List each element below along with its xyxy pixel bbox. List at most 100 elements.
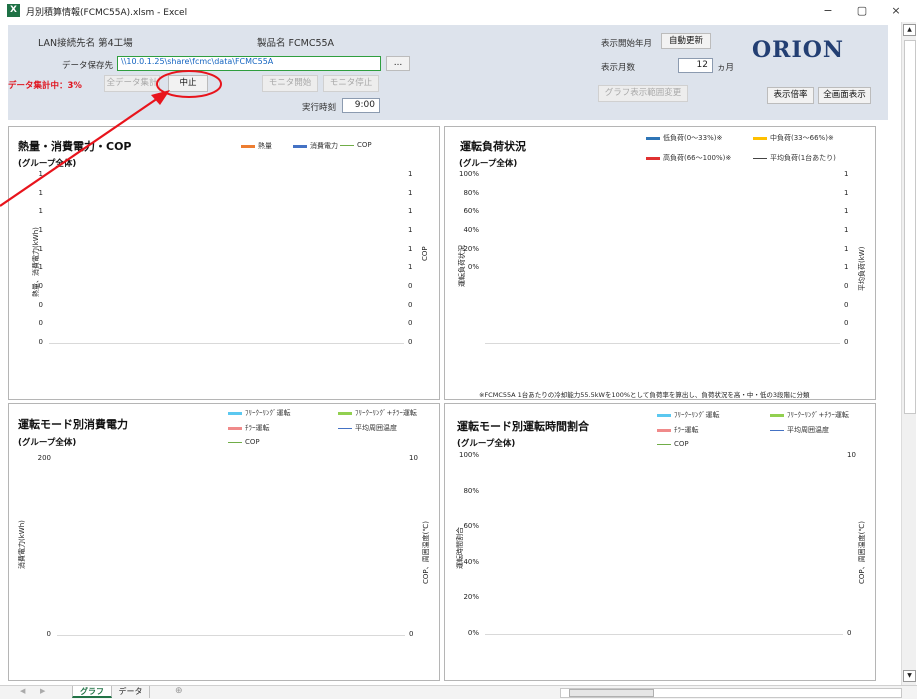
y-tick-left: 0 (38, 338, 43, 346)
y-tick-left: 1 (38, 188, 43, 197)
orion-logo: ORION (752, 37, 845, 63)
legend-mid-load: 中負荷(33～66%)※ (753, 133, 834, 143)
close-icon[interactable]: × (886, 3, 906, 19)
legend-heat: 熱量 (241, 141, 272, 151)
y-tick-right: 1 (844, 263, 849, 272)
months-label: 表示月数 (601, 63, 636, 73)
window-title: 月別積算情報(FCMC55A).xlsm - Excel (26, 8, 188, 18)
legend-avg-temp: 平均周囲温度 (770, 425, 829, 435)
y-tick-left: 40% (463, 226, 479, 234)
chart-title: 熱量・消費電力・COP (18, 140, 132, 153)
operating-load-chart[interactable]: 運転負荷状況 (グループ全体) 低負荷(0～33%)※ 中負荷(33～66%)※… (444, 126, 876, 400)
y-tick-right: 1 (408, 188, 413, 197)
y-tick-left: 80% (463, 486, 479, 495)
y-tick-left: 60% (463, 207, 479, 216)
minimize-icon[interactable]: − (818, 3, 838, 19)
legend-free-cooling: ﾌﾘｰｸｰﾘﾝｸﾞ運転 (228, 408, 291, 418)
legend-chiller: ﾁﾗｰ運転 (228, 423, 270, 433)
start-month-label: 表示開始年月 (601, 39, 653, 49)
chart-title: 運転モード別消費電力 (18, 418, 128, 431)
chart-subtitle: (グループ全体) (18, 438, 77, 448)
legend-high-load: 高負荷(66～100%)※ (646, 153, 731, 163)
y-tick-left: 0 (38, 319, 43, 328)
horizontal-scrollbar[interactable] (560, 688, 902, 698)
fullscreen-button[interactable]: 全画面表示 (818, 87, 871, 104)
y-tick-right: 1 (408, 263, 413, 272)
browse-button[interactable]: … (386, 56, 410, 71)
legend-avg-temp: 平均周囲温度 (338, 423, 397, 433)
y-tick-left: 40% (463, 557, 479, 566)
y-tick-left: 0% (467, 263, 479, 272)
h-scroll-thumb[interactable] (569, 689, 654, 697)
legend-chiller: ﾁﾗｰ運転 (657, 425, 699, 435)
mode-power-chart[interactable]: 運転モード別消費電力 (グループ全体) ﾌﾘｰｸｰﾘﾝｸﾞ運転 ﾌﾘｰｸｰﾘﾝｸ… (8, 403, 440, 681)
heat-power-cop-chart[interactable]: 熱量・消費電力・COP (グループ全体) 熱量 消費電力 COP 熱量、消費電力… (8, 126, 440, 400)
y-tick-left: 20% (463, 244, 479, 253)
y-tick-left: 0 (46, 630, 51, 638)
status-text: データ集計中：3% (8, 81, 82, 91)
excel-icon: X (7, 4, 20, 17)
y-axis-label-right: COP、周囲温度(℃) (858, 521, 866, 584)
y-tick-right: 1 (408, 244, 413, 253)
tab-graph[interactable]: グラフ (72, 686, 112, 698)
exec-time-field[interactable]: 9:00 (342, 98, 380, 113)
y-tick-right: 1 (844, 226, 849, 234)
legend-cop: COP (228, 438, 260, 446)
y-tick-right: 10 (847, 451, 856, 459)
y-tick-right: 1 (408, 170, 413, 178)
graph-range-button[interactable]: グラフ表示範囲変更 (598, 85, 688, 102)
monitor-stop-button[interactable]: モニタ停止 (323, 75, 379, 92)
title-bar: X 月別積算情報(FCMC55A).xlsm - Excel − ▢ × (0, 0, 917, 22)
save-path-field[interactable]: \\10.0.1.25\share\fcmc\data\FCMC55A (117, 56, 381, 71)
y-tick-right: 10 (409, 454, 418, 462)
mode-time-ratio-chart[interactable]: 運転モード別運転時間割合 (グループ全体) ﾌﾘｰｸｰﾘﾝｸﾞ運転 ﾌﾘｰｸｰﾘ… (444, 403, 876, 681)
y-tick-left: 1 (38, 207, 43, 216)
y-axis-label-left: 消費電力(kWh) (18, 520, 26, 569)
scroll-down-icon[interactable]: ▼ (903, 670, 916, 682)
y-tick-right: 0 (409, 630, 414, 638)
x-axis-line (485, 343, 840, 344)
y-tick-right: 1 (408, 207, 413, 216)
next-sheet-icon[interactable]: ▶ (40, 687, 45, 695)
y-tick-left: 20% (463, 593, 479, 602)
exec-time-label: 実行時刻 (302, 103, 337, 113)
aggregate-all-button[interactable]: 全データ集計 (104, 75, 160, 92)
y-tick-left: 1 (38, 170, 43, 178)
y-tick-left: 60% (463, 522, 479, 531)
product-label: 製品名 FCMC55A (257, 38, 335, 49)
vertical-scrollbar[interactable]: ▲ ▼ (901, 22, 916, 685)
months-unit: ヵ月 (717, 63, 735, 73)
chart-title: 運転モード別運転時間割合 (457, 420, 589, 433)
y-tick-left: 1 (38, 244, 43, 253)
legend-cop: COP (657, 440, 689, 448)
y-tick-right: 1 (844, 188, 849, 197)
auto-update-button[interactable]: 自動更新 (661, 33, 711, 49)
y-tick-left: 100% (458, 451, 479, 459)
scroll-thumb[interactable] (904, 40, 916, 414)
y-axis-label-right: COP (421, 246, 429, 261)
x-axis-line (485, 634, 843, 635)
months-field[interactable]: 12 (678, 58, 713, 73)
legend-free-cooling: ﾌﾘｰｸｰﾘﾝｸﾞ運転 (657, 410, 720, 420)
chart-title: 運転負荷状況 (460, 140, 526, 153)
display-ratio-button[interactable]: 表示倍率 (767, 87, 814, 104)
legend-avg-load: 平均負荷(1台あたり) (753, 153, 836, 163)
y-tick-left: 0% (467, 629, 479, 637)
scroll-up-icon[interactable]: ▲ (903, 24, 916, 36)
restore-icon[interactable]: ▢ (852, 3, 872, 19)
y-tick-left: 100% (458, 170, 479, 178)
monitor-start-button[interactable]: モニタ開始 (262, 75, 318, 92)
add-sheet-icon[interactable]: ⊕ (175, 686, 183, 696)
y-tick-right: 0 (844, 338, 849, 346)
y-tick-right: 0 (844, 282, 849, 290)
y-tick-left: 1 (38, 263, 43, 272)
y-tick-left: 0 (38, 300, 43, 309)
prev-sheet-icon[interactable]: ◀ (20, 687, 25, 695)
x-axis-line (49, 343, 404, 344)
chart-subtitle: (グループ全体) (18, 159, 77, 169)
tab-data[interactable]: データ (112, 686, 150, 698)
y-tick-right: 0 (408, 282, 413, 290)
stop-button[interactable]: 中止 (168, 75, 208, 92)
legend-low-load: 低負荷(0～33%)※ (646, 133, 722, 143)
y-tick-left: 80% (463, 188, 479, 197)
